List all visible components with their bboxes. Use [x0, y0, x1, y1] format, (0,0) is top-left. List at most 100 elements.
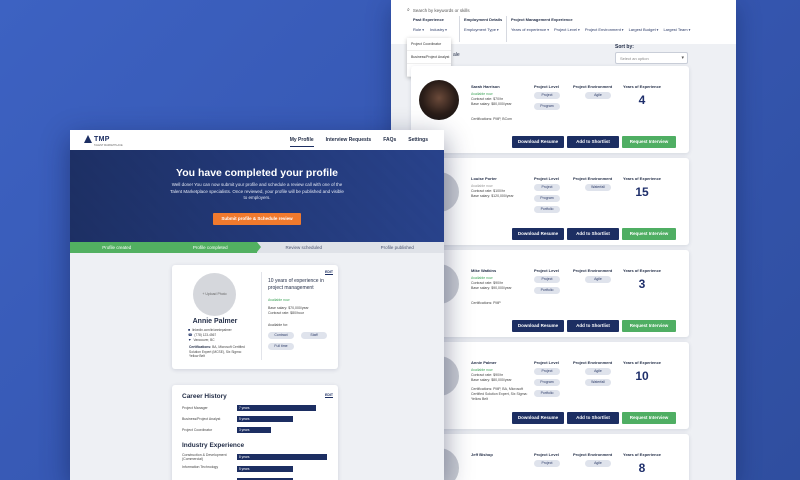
candidate-name[interactable]: Mike Watkins [471, 268, 496, 273]
add-to-shortlist-button[interactable]: Add to Shortlist [567, 320, 619, 332]
hero-title: You have completed your profile [175, 167, 338, 179]
availability-status: Available now [268, 298, 290, 302]
top-navigation: TMP TALENT MARKETPLACE My Profile Interv… [70, 130, 444, 150]
add-to-shortlist-button[interactable]: Add to Shortlist [567, 412, 619, 424]
nav-interview-requests[interactable]: Interview Requests [326, 137, 372, 147]
available-for-label: Available for: [268, 323, 289, 327]
candidate-salary: Base salary: $120,000/year [471, 194, 514, 198]
dropdown-option[interactable]: Business/Project Analyst [407, 51, 451, 64]
level-pill: Project [534, 368, 560, 375]
request-interview-button[interactable]: Request Interview [622, 136, 676, 148]
nav-my-profile[interactable]: My Profile [289, 137, 314, 147]
profile-location: ▼ Vancouver, BC [188, 338, 215, 342]
edit-profile-link[interactable]: EDIT [325, 270, 333, 274]
search-input[interactable]: Search by keywords or skills [413, 8, 470, 13]
filter-project-level[interactable]: Project Level [554, 27, 580, 32]
logo-mark-icon [84, 135, 92, 143]
filter-project-environment[interactable]: Project Environment [585, 27, 624, 32]
level-pill: Project [534, 184, 560, 191]
col-project-level: Project Level [534, 84, 559, 89]
candidate-salary: Base salary: $80,000/year [471, 378, 512, 382]
upload-photo-button[interactable]: + Upload Photo [193, 273, 236, 316]
candidate-availability: Available now [471, 368, 493, 372]
search-field[interactable]: ⌕ Search by keywords or skills [407, 7, 470, 13]
career-role-bar: 5 years [237, 416, 293, 422]
step-profile-created: Profile created [70, 242, 167, 253]
level-pill: Portfolio [534, 206, 560, 213]
download-resume-button[interactable]: Download Resume [512, 136, 564, 148]
col-project-environment: Project Environment [573, 360, 613, 365]
candidate-certifications: Certifications: PMP, BCom [471, 117, 512, 121]
pill-full-time: Full time [268, 343, 294, 350]
divider [459, 16, 460, 42]
candidate-card[interactable]: Annie Palmer Available now Contract rate: … [411, 342, 689, 429]
industry-label: Construction & Development (Commercial) [182, 453, 227, 461]
candidate-card[interactable]: Sarah Harrison Available now Contract rate… [411, 66, 689, 153]
candidate-name[interactable]: Sarah Harrison [471, 84, 500, 89]
submit-profile-button[interactable]: Submit profile & Schedule review [213, 213, 301, 225]
tmp-logo[interactable]: TMP TALENT MARKETPLACE [84, 135, 123, 147]
request-interview-button[interactable]: Request Interview [622, 320, 676, 332]
col-project-environment: Project Environment [573, 84, 613, 89]
nav-settings[interactable]: Settings [408, 137, 428, 147]
download-resume-button[interactable]: Download Resume [512, 412, 564, 424]
candidate-name[interactable]: Jeff Bishop [471, 452, 493, 457]
logo-text: TMP [94, 135, 110, 143]
experience-summary: 10 years of experience in project manage… [268, 278, 324, 291]
logo-subtitle: TALENT MARKETPLACE [94, 144, 123, 147]
divider [506, 16, 507, 42]
linkedin-icon: ■ [188, 328, 191, 332]
environment-pill: Agile [585, 92, 611, 99]
filter-industry[interactable]: Industry [430, 27, 447, 32]
location-text: Vancouver, BC [193, 338, 215, 342]
filter-largest-budget[interactable]: Largest Budget [629, 27, 659, 32]
level-pill: Project [534, 92, 560, 99]
filter-group-employment: Employment Details Employment Type [464, 17, 502, 32]
edit-career-link[interactable]: EDIT [325, 393, 333, 397]
col-project-level: Project Level [534, 452, 559, 457]
candidate-card[interactable]: Louise Porter Available now Contract rate:… [411, 158, 689, 245]
career-history-card: Career History EDIT Project Manager 7 yea… [172, 385, 338, 480]
candidate-card[interactable]: Jeff Bishop Project Level Project Environm… [411, 434, 689, 480]
completion-hero: You have completed your profile Well don… [70, 150, 444, 242]
candidate-salary: Base salary: $80,000/year [471, 102, 512, 106]
filter-years[interactable]: Years of experience [511, 27, 549, 32]
candidate-rate: Contract rate: $90/hr [471, 373, 504, 377]
request-interview-button[interactable]: Request Interview [622, 412, 676, 424]
industry-bar: 8 years [237, 454, 327, 460]
filter-employment-type[interactable]: Employment Type [464, 27, 499, 32]
years-experience-value: 8 [638, 461, 646, 475]
hero-body: Well done! You can now submit your profi… [170, 182, 344, 200]
profile-linkedin[interactable]: ■ linkedin.com/in/anniepalmer [188, 328, 232, 332]
years-experience-value: 3 [638, 277, 646, 291]
candidate-card[interactable]: Mike Watkins Available now Contract rate: … [411, 250, 689, 337]
col-years-experience: Years of Experience [623, 360, 662, 365]
industry-label: Information Technology [182, 465, 219, 469]
candidate-name[interactable]: Annie Palmer [471, 360, 497, 365]
col-project-environment: Project Environment [573, 176, 613, 181]
filter-group-past-experience: Past Experience Role Industry [413, 17, 447, 32]
filter-largest-team[interactable]: Largest Team [663, 27, 690, 32]
filter-group-title: Project Management Experience [511, 17, 573, 22]
filter-role[interactable]: Role [413, 27, 424, 32]
industry-bar: 5 years [237, 466, 293, 472]
profile-card: + Upload Photo Annie Palmer ■ linkedin.c… [172, 265, 338, 369]
level-pill: Program [534, 103, 560, 110]
sort-select[interactable]: Select an option [615, 52, 688, 64]
career-role-label: Business/Project Analyst [182, 417, 221, 421]
profile-certifications: Certifications: BA, Microsoft Certified … [189, 345, 251, 359]
col-years-experience: Years of Experience [623, 452, 662, 457]
career-role-label: Project Coordinator [182, 428, 213, 432]
candidate-rate: Contract rate: $90/hr [471, 281, 504, 285]
nav-faqs[interactable]: FAQs [383, 137, 396, 147]
candidate-name[interactable]: Louise Porter [471, 176, 497, 181]
download-resume-button[interactable]: Download Resume [512, 228, 564, 240]
add-to-shortlist-button[interactable]: Add to Shortlist [567, 228, 619, 240]
dropdown-option[interactable]: Project Coordinator [407, 38, 451, 51]
environment-pill: Waterfall [585, 184, 611, 191]
results-label: ale [453, 52, 460, 58]
download-resume-button[interactable]: Download Resume [512, 320, 564, 332]
request-interview-button[interactable]: Request Interview [622, 228, 676, 240]
career-role-label: Project Manager [182, 406, 208, 410]
add-to-shortlist-button[interactable]: Add to Shortlist [567, 136, 619, 148]
